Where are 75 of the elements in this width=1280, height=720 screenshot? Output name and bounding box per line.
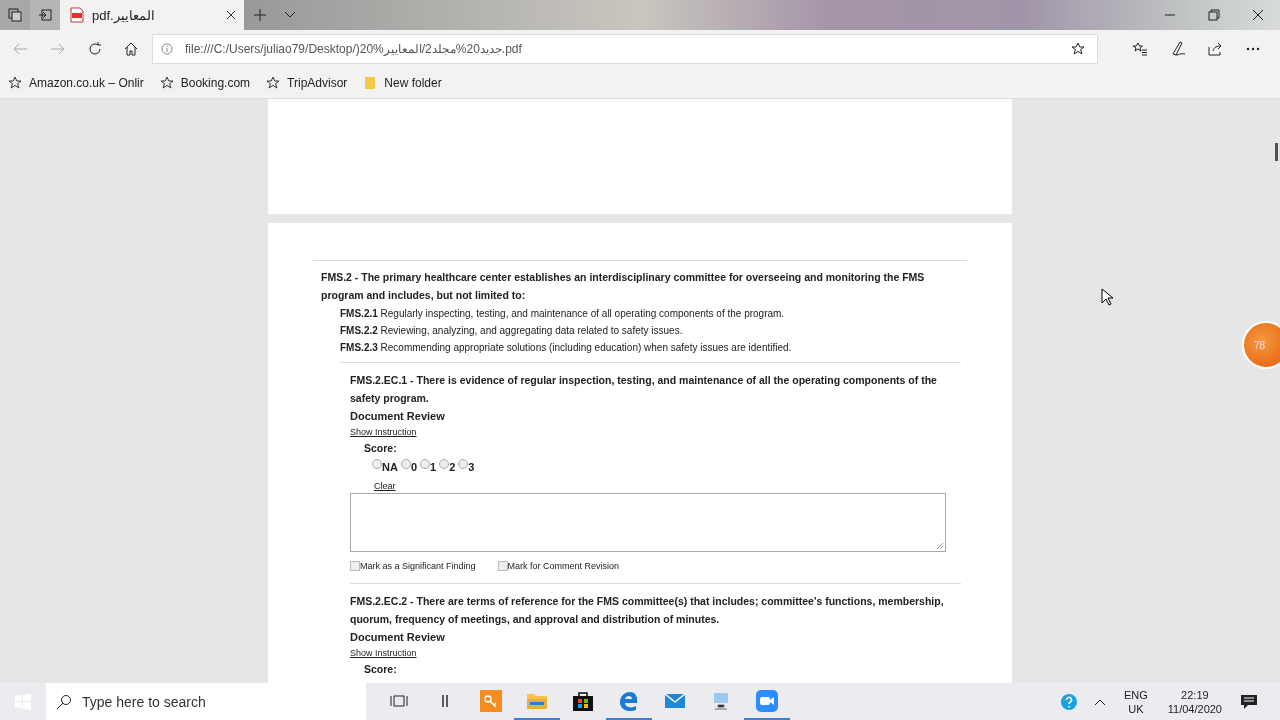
- bookmark-link[interactable]: TripAdvisor: [266, 76, 348, 90]
- forward-arrow-icon[interactable]: [50, 43, 66, 55]
- chevron-up-icon[interactable]: [1093, 697, 1106, 706]
- resize-grip-icon[interactable]: [936, 542, 944, 550]
- share-icon[interactable]: [1208, 42, 1224, 56]
- new-tab-icon[interactable]: [254, 9, 266, 21]
- method-label: Document Review: [350, 409, 446, 424]
- pen-icon[interactable]: [1170, 41, 1186, 57]
- favorites-list-icon[interactable]: [1132, 42, 1148, 56]
- tab-manager-icon[interactable]: [0, 0, 30, 30]
- checkbox[interactable]: [350, 561, 360, 571]
- back-arrow-icon[interactable]: [12, 43, 28, 55]
- key-icon: [480, 689, 502, 712]
- checkbox-label: Mark as a Significant Finding: [360, 561, 476, 571]
- mail-icon: [664, 691, 686, 710]
- search-icon: [56, 693, 72, 710]
- score-label: Score:: [364, 662, 398, 676]
- clear-link[interactable]: Clear: [374, 481, 396, 491]
- radio-button[interactable]: [458, 459, 469, 469]
- favorite-star-icon[interactable]: [1071, 42, 1085, 56]
- notifications-icon[interactable]: [1240, 693, 1258, 710]
- score-option-label: NA: [382, 461, 398, 473]
- score-option-label: 3: [468, 461, 475, 473]
- home-icon[interactable]: [124, 42, 138, 56]
- star-icon: [8, 76, 22, 90]
- tab-title: pdf.المعايير: [92, 7, 156, 23]
- help-icon[interactable]: [1059, 692, 1078, 711]
- standard-heading: FMS.2 - The primary healthcare center establishes an interdisciplinary committee for overseeing and monitoring the FMS program and includes, but not limited to:: [321, 270, 926, 303]
- element-heading: FMS.2.EC.1 - There is evidence of regular inspection, testing, and maintenance of all the operating components of the safety program.: [350, 373, 938, 406]
- radio-button[interactable]: [439, 459, 450, 469]
- scrollbar-thumb[interactable]: [1275, 143, 1278, 161]
- checkbox-label: Mark for Comment Revision: [507, 561, 620, 571]
- video-camera-icon: [756, 689, 778, 712]
- browser-tab[interactable]: pdf.المعايير: [60, 0, 244, 30]
- double-bar-icon: [441, 692, 449, 709]
- restore-icon[interactable]: [1208, 9, 1220, 21]
- bookmark-link[interactable]: New folder: [363, 76, 442, 90]
- close-icon[interactable]: [226, 10, 236, 20]
- checkbox[interactable]: [497, 561, 508, 571]
- star-icon: [266, 76, 281, 90]
- show-instruction-link[interactable]: Show Instruction: [350, 648, 417, 658]
- method-label: Document Review: [350, 630, 446, 645]
- sub-standard-text: FMS.2.2 Reviewing, analyzing, and aggregating data related to safety issues.: [340, 324, 684, 338]
- info-icon: [161, 43, 173, 55]
- taskbar-search-field[interactable]: Type here to search: [46, 683, 366, 720]
- score-option-label: 0: [410, 461, 417, 473]
- element-heading: FMS.2.EC.2 - There are terms of reference for the FMS committee(s) that includes; committee’s functions, membership, quorum, frequency of meetings, and approval and distribution of minutes.: [350, 594, 945, 627]
- score-label: Score:: [364, 441, 398, 455]
- show-instruction-link[interactable]: Show Instruction: [350, 427, 417, 437]
- clock[interactable]: 22:19 11/04/2020: [1167, 687, 1222, 716]
- radio-button[interactable]: [400, 459, 411, 469]
- task-view-icon: [390, 692, 408, 709]
- more-icon[interactable]: [1246, 47, 1260, 51]
- mouse-cursor-icon: [1101, 288, 1113, 306]
- close-icon[interactable]: [1252, 9, 1264, 21]
- score-option-label: 1: [430, 461, 437, 473]
- folder-icon: [526, 691, 548, 710]
- sub-standard-text: FMS.2.3 Recommending appropriate solutions (including education) when safety issues are identified.: [340, 341, 793, 355]
- refresh-icon[interactable]: [88, 42, 102, 56]
- address-bar[interactable]: file:///C:/Users/juliao79/Desktop/)20%جديد20%مجلد2/المعايير.pdf: [152, 34, 1098, 64]
- chevron-down-icon[interactable]: [284, 11, 296, 19]
- sub-standard-text: FMS.2.1 Regularly inspecting, testing, and maintenance of all operating components of the program.: [340, 307, 786, 321]
- language-indicator[interactable]: ENG UK: [1123, 687, 1148, 716]
- browser-e-icon: [619, 690, 639, 711]
- bookmark-link[interactable]: Booking.com: [159, 76, 251, 90]
- radio-button[interactable]: [372, 459, 382, 469]
- bookmark-link[interactable]: Amazon.co.uk – Onlir: [8, 76, 144, 90]
- comment-box[interactable]: [350, 493, 946, 552]
- radio-button[interactable]: [420, 459, 430, 469]
- set-aside-tabs-icon[interactable]: [30, 0, 60, 30]
- folder-icon: [363, 76, 378, 90]
- star-icon: [159, 76, 174, 90]
- pdf-file-icon: [70, 7, 84, 23]
- shopping-bag-icon: [572, 690, 594, 711]
- score-option-label: 2: [449, 461, 456, 473]
